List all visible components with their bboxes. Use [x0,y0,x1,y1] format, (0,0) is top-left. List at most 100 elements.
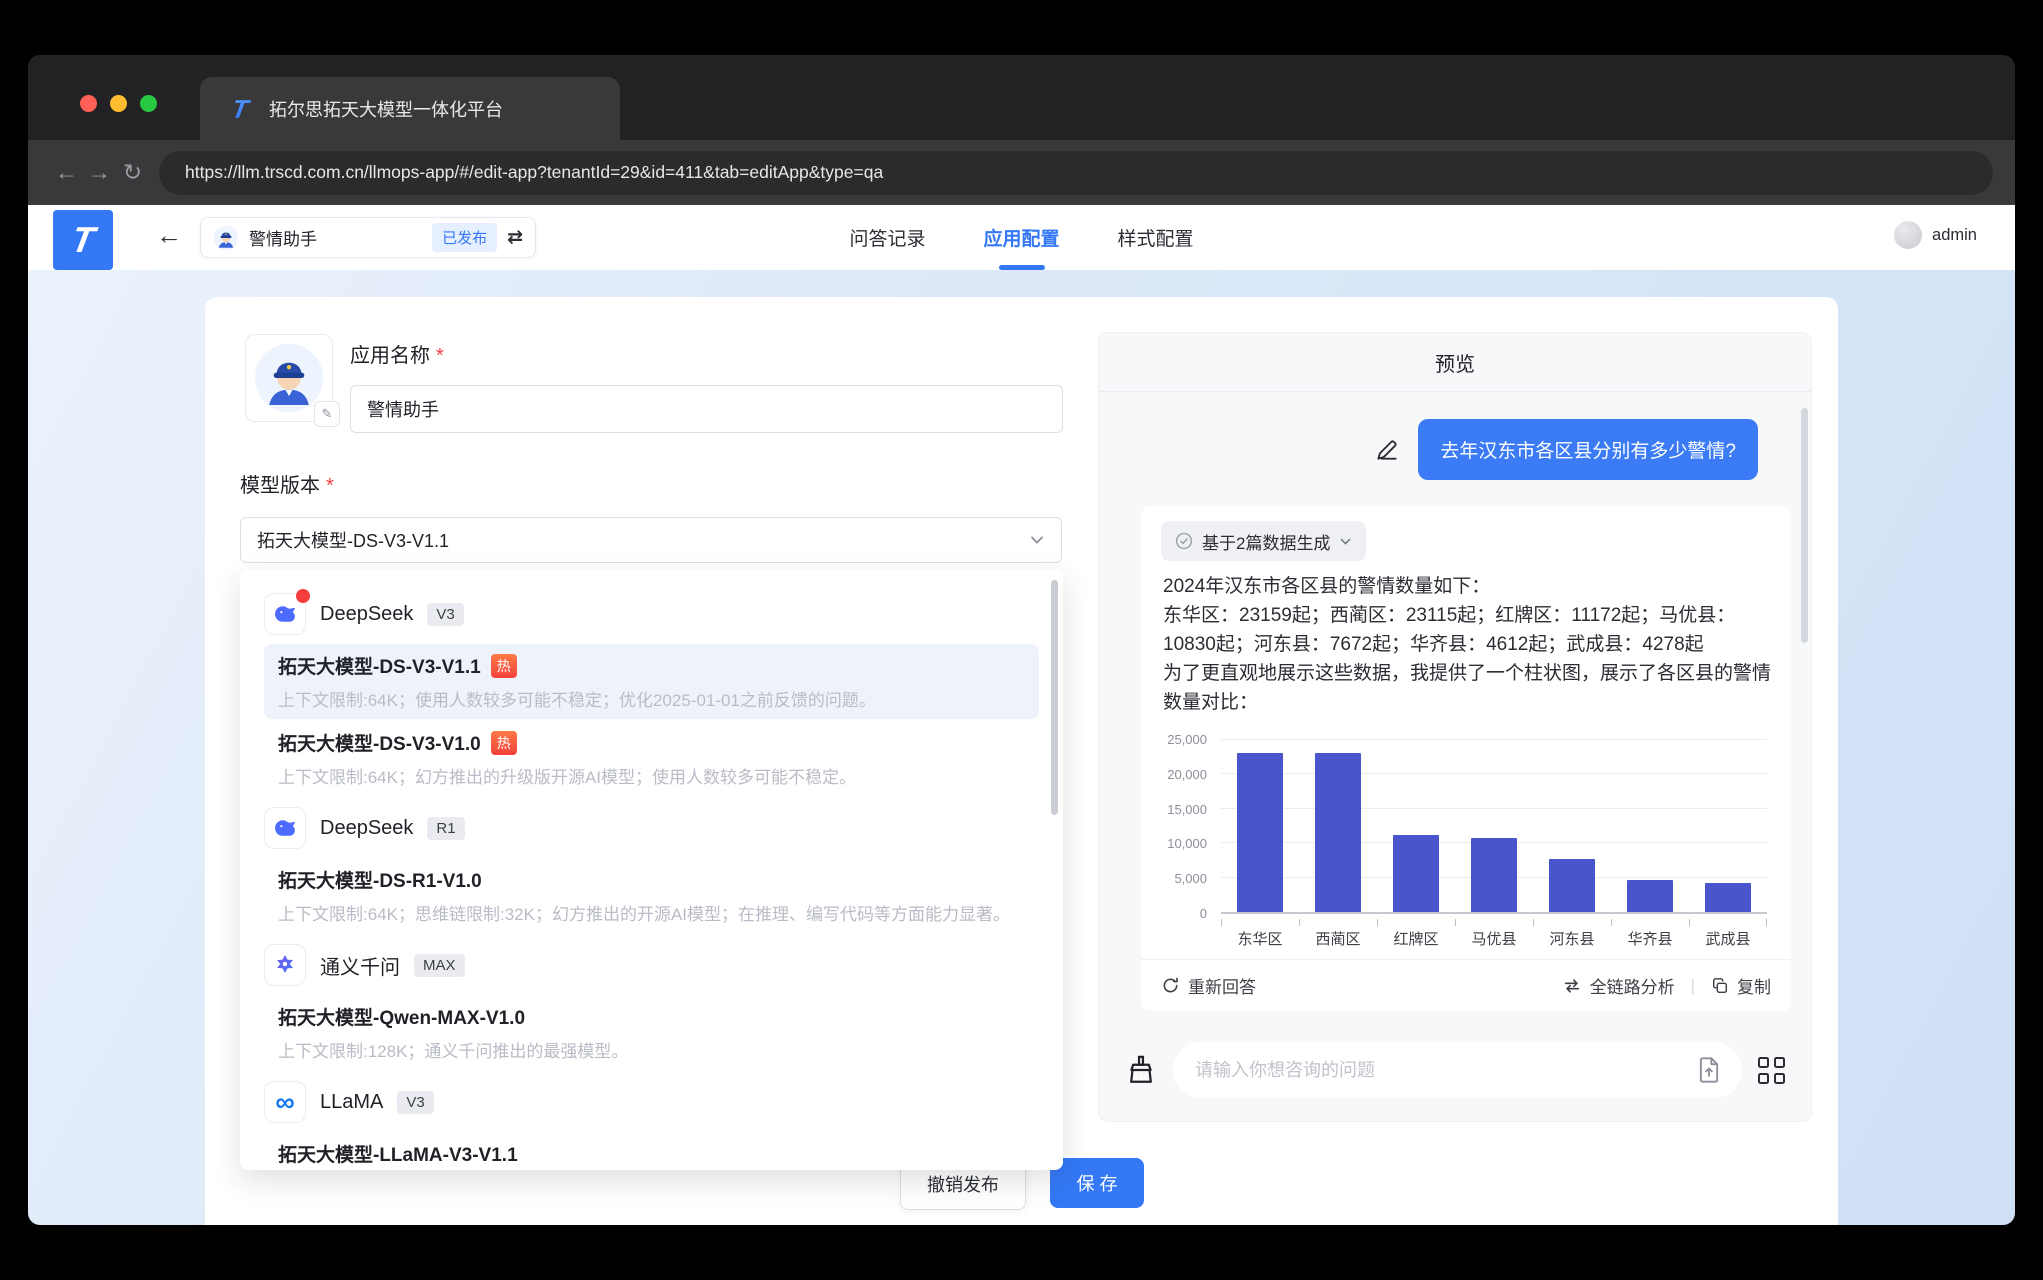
regenerate-label: 重新回答 [1188,973,1256,998]
back-icon[interactable]: ← [50,159,83,186]
model-version-value: 拓天大模型-DS-V3-V1.1 [257,527,449,553]
window-controls [80,95,157,112]
user-avatar [1894,221,1922,249]
answer-toolbar: 重新回答 全链路分析 | [1141,959,1791,1011]
reload-icon[interactable]: ↻ [116,159,149,186]
toolbar-divider: | [1691,976,1695,996]
x-tick-label: 西蔺区 [1299,920,1377,946]
logo-t-icon: T [69,222,97,258]
model-version-label: 模型版本* [240,469,334,498]
tab-qa-records[interactable]: 问答记录 [849,205,925,270]
hot-badge: 热 [491,654,517,678]
close-window-button[interactable] [80,95,97,112]
provider-version-badge: MAX [414,954,465,977]
provider-version-badge: V3 [427,603,463,626]
y-tick-label: 20,000 [1151,767,1207,782]
app-name-label-text: 应用名称 [350,345,430,367]
bar-column [1455,740,1533,912]
chart-bars [1221,740,1767,912]
switch-app-icon[interactable]: ⇄ [507,226,523,249]
upload-file-icon[interactable] [1696,1056,1722,1084]
y-tick-label: 10,000 [1151,836,1207,851]
model-option[interactable]: 拓天大模型-DS-R1-V1.0 上下文限制:64K；思维链限制:32K；幻方推… [264,858,1039,933]
app-switcher[interactable]: 警情助手 已发布 ⇄ [200,217,536,258]
model-version-select[interactable]: 拓天大模型-DS-V3-V1.1 [240,517,1062,563]
refresh-icon [1161,976,1180,995]
copy-button[interactable]: 复制 [1711,973,1771,998]
preview-scrollbar[interactable] [1801,408,1808,643]
model-option-name: 拓天大模型-LLaMA-V3-V1.1 [278,1140,518,1167]
dropdown-scrollbar[interactable] [1051,580,1058,815]
browser-toolbar: ← → ↻ https://llm.trscd.com.cn/llmops-ap… [28,140,2015,205]
address-bar[interactable]: https://llm.trscd.com.cn/llmops-app/#/ed… [159,151,1993,195]
bar-column [1611,740,1689,912]
app-avatar-upload[interactable]: ✎ [245,334,333,422]
app-name-input[interactable] [350,385,1063,433]
chevron-down-icon [1339,535,1352,548]
edit-question-icon[interactable] [1374,437,1400,463]
answer-line: 为了更直观地展示这些数据，我提供了一个柱状图，展示了各区县的警情数量对比： [1163,659,1771,717]
model-dropdown: DeepSeek V3 拓天大模型-DS-V3-V1.1 热 上下文限制:64K… [240,570,1063,1170]
y-tick-label: 25,000 [1151,732,1207,747]
url-text: https://llm.trscd.com.cn/llmops-app/#/ed… [185,162,883,183]
model-group-llama: ∞ LLaMA V3 [264,1080,1039,1124]
model-option[interactable]: 拓天大模型-DS-V3-V1.1 热 上下文限制:64K；使用人数较多可能不稳定… [264,644,1039,719]
answer-line: 东华区：23159起；西蔺区：23115起；红牌区：11172起；马优县：108… [1163,601,1771,659]
bar-column [1377,740,1455,912]
provider-name: DeepSeek [320,603,413,626]
bar [1549,859,1596,912]
user-menu[interactable]: admin [1894,221,1977,249]
chart-ylabels: 05,00010,00015,00020,00025,000 [1157,740,1213,914]
tab-app-config[interactable]: 应用配置 [983,205,1059,270]
required-mark: * [326,475,334,497]
minimize-window-button[interactable] [110,95,127,112]
back-arrow-icon[interactable]: ← [156,220,182,251]
tab-style-config[interactable]: 样式配置 [1118,205,1194,270]
deepseek-logo-icon [264,593,306,635]
model-option[interactable]: 拓天大模型-Qwen-MAX-V1.0 上下文限制:128K；通义千问推出的最强… [264,995,1039,1070]
browser-tab[interactable]: T 拓尔思拓天大模型一体化平台 [200,77,620,140]
config-tabs: 问答记录 应用配置 样式配置 [849,205,1193,270]
bar [1393,835,1440,912]
browser-window: T 拓尔思拓天大模型一体化平台 ← → ↻ https://llm.trscd.… [28,55,2015,1225]
user-message-row: 去年汉东市各区县分别有多少警情? [1374,419,1758,480]
provider-name: 通义千问 [320,951,400,980]
chart-xlabels: 东华区西蔺区红牌区马优县河东县华齐县武成县 [1221,920,1767,946]
regenerate-button[interactable]: 重新回答 [1161,973,1256,998]
app-name-label: 应用名称* [350,339,444,368]
model-option[interactable]: 拓天大模型-LLaMA-V3-V1.1 上下文限制:8K；优化2024-12-2… [264,1132,1039,1170]
bar-column [1533,740,1611,912]
preview-title: 预览 [1099,333,1811,392]
model-option-name: 拓天大模型-Qwen-MAX-V1.0 [278,1003,525,1030]
model-option-desc: 上下文限制:64K；幻方推出的升级版开源AI模型；使用人数较多可能不稳定。 [278,763,1025,788]
apps-grid-icon[interactable] [1758,1057,1785,1084]
x-tick-label: 武成县 [1689,920,1767,946]
question-input[interactable] [1193,1059,1696,1082]
answer-line: 2024年汉东市各区县的警情数量如下： [1163,572,1771,601]
x-tick-label: 河东县 [1533,920,1611,946]
check-circle-icon [1175,532,1193,550]
provider-version-badge: R1 [427,817,464,840]
save-button[interactable]: 保 存 [1050,1158,1144,1208]
model-option-name: 拓天大模型-DS-R1-V1.0 [278,866,482,893]
source-chip[interactable]: 基于2篇数据生成 [1161,521,1366,561]
zoom-window-button[interactable] [140,95,157,112]
forward-icon[interactable]: → [83,159,116,186]
x-tick-label: 红牌区 [1377,920,1455,946]
model-group-deepseek-r1: DeepSeek R1 [264,806,1039,850]
ask-input-row [1099,1041,1811,1099]
platform-logo[interactable]: T [53,210,113,270]
browser-tab-title: 拓尔思拓天大模型一体化平台 [269,96,503,122]
clear-context-icon[interactable] [1125,1053,1157,1087]
user-message-bubble: 去年汉东市各区县分别有多少警情? [1418,419,1758,480]
trace-label: 全链路分析 [1590,973,1675,998]
model-option[interactable]: 拓天大模型-DS-V3-V1.0 热 上下文限制:64K；幻方推出的升级版开源A… [264,721,1039,796]
llama-meta-logo-icon: ∞ [264,1081,306,1123]
edit-avatar-icon[interactable]: ✎ [314,401,340,427]
preview-panel: 预览 去年汉东市各区县分别有多少警情? [1098,332,1812,1122]
status-badge: 已发布 [432,223,497,252]
trace-analysis-button[interactable]: 全链路分析 [1562,973,1675,998]
page-content: T ← 警情助手 [28,205,2015,1225]
infinity-glyph: ∞ [275,1089,294,1116]
provider-name: DeepSeek [320,817,413,840]
